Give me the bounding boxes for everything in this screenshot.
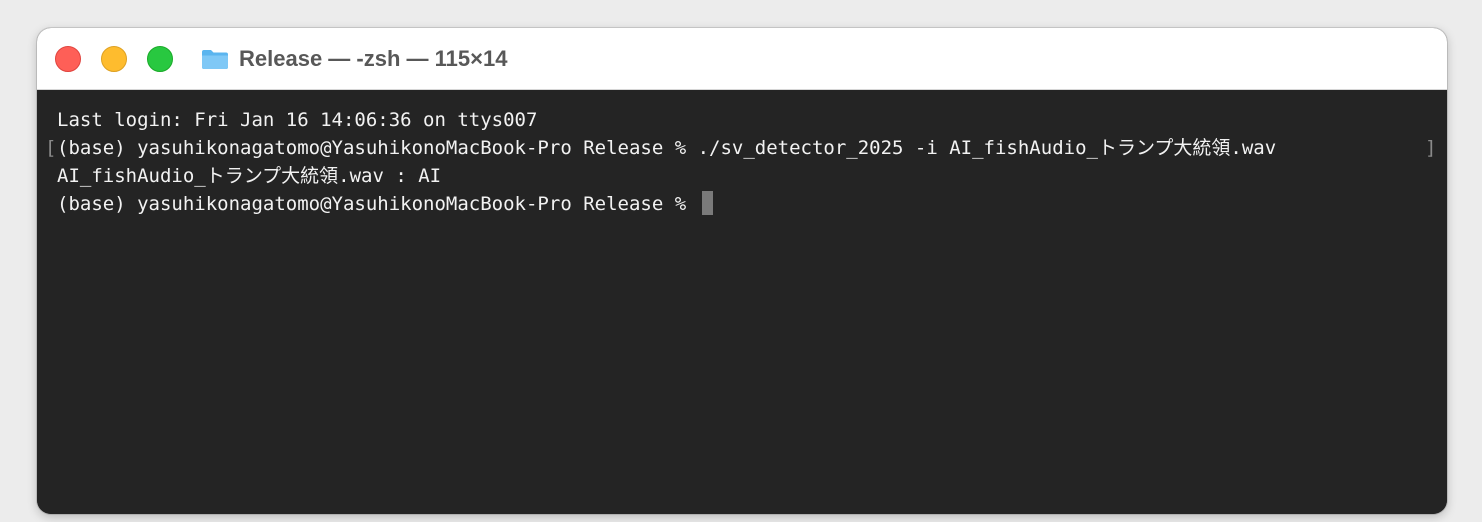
- selection-bracket-left: [: [45, 137, 57, 159]
- text-cursor: [701, 191, 713, 215]
- close-button[interactable]: [55, 46, 81, 72]
- selection-bracket-right: ]: [1425, 137, 1437, 159]
- window-title: Release — -zsh — 115×14: [239, 46, 508, 71]
- prompt-text: (base) yasuhikonagatomo@YasuhikonoMacBoo…: [57, 193, 698, 215]
- terminal-window: Release — -zsh — 115×14 [ Last login: Fr…: [37, 28, 1447, 514]
- terminal-output[interactable]: [ Last login: Fri Jan 16 14:06:36 on tty…: [37, 90, 1447, 514]
- minimize-button[interactable]: [101, 46, 127, 72]
- zoom-button[interactable]: [147, 46, 173, 72]
- title-bar[interactable]: Release — -zsh — 115×14: [37, 28, 1447, 90]
- terminal-line: Last login: Fri Jan 16 14:06:36 on ttys0…: [57, 109, 538, 131]
- prompt-line[interactable]: (base) yasuhikonagatomo@YasuhikonoMacBoo…: [57, 190, 713, 218]
- terminal-line: (base) yasuhikonagatomo@YasuhikonoMacBoo…: [57, 137, 1277, 159]
- terminal-line: AI_fishAudio_トランプ大統領.wav : AI: [57, 165, 442, 187]
- folder-icon: [202, 50, 228, 69]
